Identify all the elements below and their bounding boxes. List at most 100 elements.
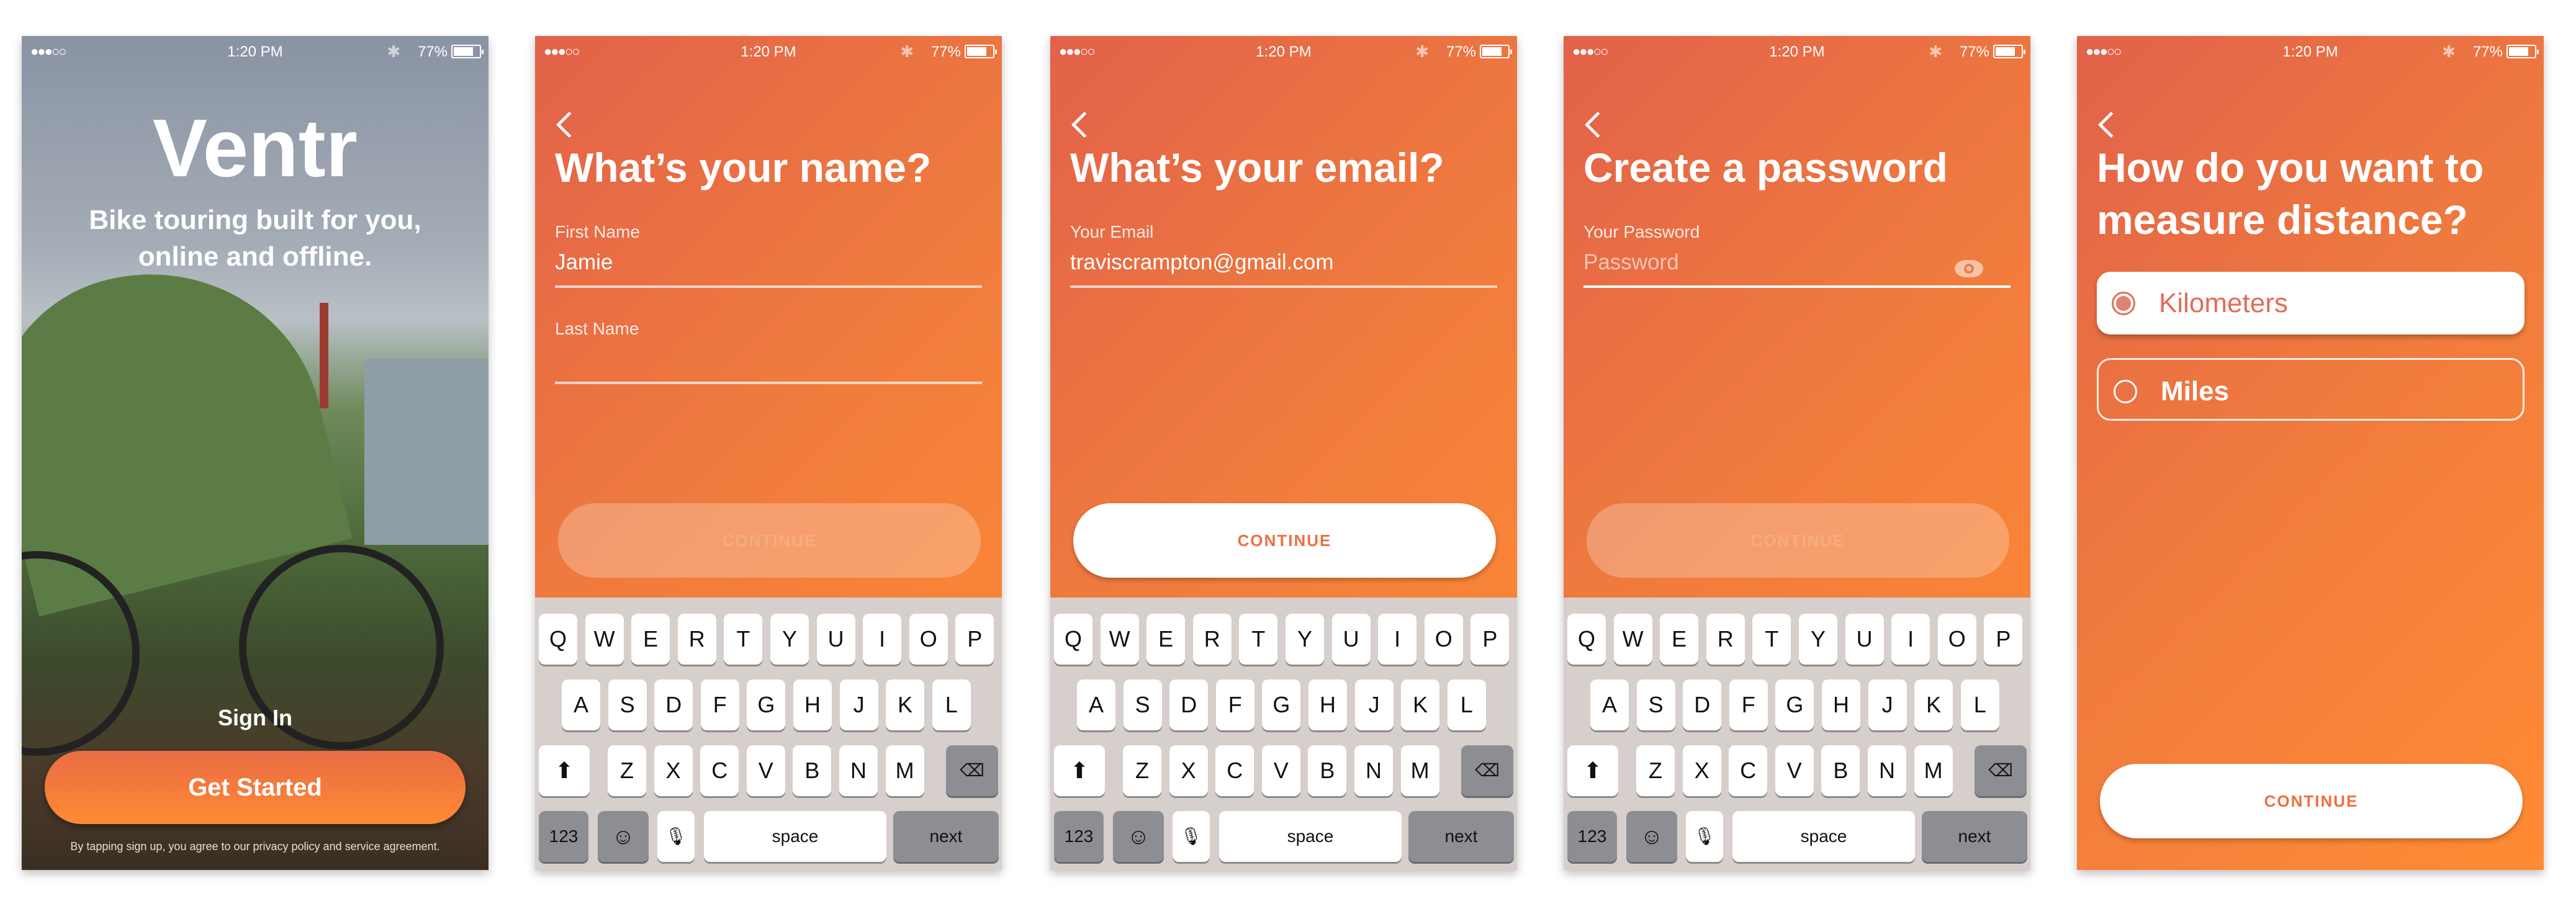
emoji-key-icon[interactable]: ☺ [1626,811,1677,862]
key-h[interactable]: H [1822,679,1860,730]
back-chevron-icon[interactable] [556,111,583,138]
key-s[interactable]: S [1123,679,1162,730]
next-key[interactable]: next [1408,811,1514,862]
key-c[interactable]: C [700,745,739,796]
delete-key-icon[interactable]: ⌫ [946,745,998,796]
password-input[interactable]: Password [1583,250,1679,275]
key-n[interactable]: N [839,745,878,796]
option-miles[interactable]: Miles [2097,358,2524,421]
key-r[interactable]: R [1192,614,1232,665]
key-m[interactable]: M [1914,745,1953,796]
key-y[interactable]: Y [1286,614,1324,665]
key-e[interactable]: E [631,614,670,665]
key-g[interactable]: G [1775,679,1814,730]
key-v[interactable]: V [746,745,785,796]
key-c[interactable]: C [1215,745,1254,796]
key-l[interactable]: L [932,679,971,730]
key-y[interactable]: Y [770,614,809,665]
numbers-key[interactable]: 123 [1054,811,1104,862]
key-m[interactable]: M [885,745,924,796]
key-k[interactable]: K [1401,679,1440,730]
key-e[interactable]: E [1146,614,1186,665]
delete-key-icon[interactable]: ⌫ [1461,745,1513,796]
key-v[interactable]: V [1261,745,1300,796]
key-r[interactable]: R [677,614,716,665]
shift-key-icon[interactable]: ⬆ [1567,745,1618,796]
key-t[interactable]: T [1239,614,1278,665]
key-d[interactable]: D [1683,679,1722,730]
key-u[interactable]: U [1331,614,1371,665]
key-d[interactable]: D [1169,679,1209,730]
microphone-key-icon[interactable]: 🎙 [1173,811,1210,862]
key-o[interactable]: O [1424,614,1463,665]
key-k[interactable]: K [886,679,925,730]
key-j[interactable]: J [1354,679,1394,730]
shift-key-icon[interactable]: ⬆ [1054,745,1105,796]
key-f[interactable]: F [1729,679,1768,730]
key-r[interactable]: R [1706,614,1745,665]
key-b[interactable]: B [1308,745,1347,796]
key-b[interactable]: B [793,745,832,796]
space-key[interactable]: space [1732,811,1915,862]
last-name-input[interactable] [555,346,982,377]
key-j[interactable]: J [1868,679,1907,730]
key-c[interactable]: C [1729,745,1768,796]
continue-button[interactable]: CONTINUE [1073,503,1496,578]
key-s[interactable]: S [1636,679,1675,730]
back-chevron-icon[interactable] [2097,111,2125,138]
get-started-button[interactable]: Get Started [45,751,466,824]
key-x[interactable]: X [1682,745,1721,796]
key-w[interactable]: W [585,614,624,665]
delete-key-icon[interactable]: ⌫ [1975,745,2027,796]
key-w[interactable]: W [1100,614,1139,665]
key-o[interactable]: O [909,614,948,665]
key-t[interactable]: T [1752,614,1791,665]
key-l[interactable]: L [1960,679,1999,730]
space-key[interactable]: space [704,811,886,862]
key-l[interactable]: L [1447,679,1486,730]
key-f[interactable]: F [1215,679,1254,730]
key-j[interactable]: J [839,679,878,730]
key-p[interactable]: P [955,614,994,665]
shift-key-icon[interactable]: ⬆ [539,745,590,796]
key-w[interactable]: W [1613,614,1652,665]
key-h[interactable]: H [793,679,832,730]
key-b[interactable]: B [1821,745,1860,796]
key-q[interactable]: Q [1054,614,1092,665]
key-a[interactable]: A [1590,679,1629,730]
key-a[interactable]: A [562,679,600,730]
key-p[interactable]: P [1984,614,2023,665]
key-h[interactable]: H [1308,679,1347,730]
continue-button[interactable]: CONTINUE [2100,764,2523,838]
key-i[interactable]: I [1378,614,1417,665]
key-u[interactable]: U [816,614,855,665]
key-n[interactable]: N [1868,745,1906,796]
email-input[interactable]: traviscrampton@gmail.com [1070,250,1334,275]
option-kilometers[interactable]: Kilometers [2097,272,2524,334]
microphone-key-icon[interactable]: 🎙 [657,811,695,862]
numbers-key[interactable]: 123 [1567,811,1617,862]
continue-button-disabled[interactable]: CONTINUE [558,503,981,578]
continue-button-disabled[interactable]: CONTINUE [1587,503,2009,578]
key-x[interactable]: X [654,745,693,796]
key-k[interactable]: K [1914,679,1953,730]
emoji-key-icon[interactable]: ☺ [598,811,649,862]
key-z[interactable]: Z [1123,745,1161,796]
key-t[interactable]: T [724,614,763,665]
key-d[interactable]: D [654,679,693,730]
key-g[interactable]: G [1262,679,1301,730]
key-o[interactable]: O [1937,614,1976,665]
next-key[interactable]: next [893,811,999,862]
key-n[interactable]: N [1354,745,1393,796]
key-z[interactable]: Z [1636,745,1675,796]
microphone-key-icon[interactable]: 🎙 [1686,811,1723,862]
key-i[interactable]: I [863,614,902,665]
key-e[interactable]: E [1660,614,1699,665]
space-key[interactable]: space [1219,811,1402,862]
sign-in-link[interactable]: Sign In [22,705,489,731]
first-name-input[interactable]: Jamie [555,250,613,275]
eye-icon[interactable] [1955,260,1983,277]
key-f[interactable]: F [700,679,739,730]
key-p[interactable]: P [1470,614,1510,665]
key-y[interactable]: Y [1799,614,1837,665]
